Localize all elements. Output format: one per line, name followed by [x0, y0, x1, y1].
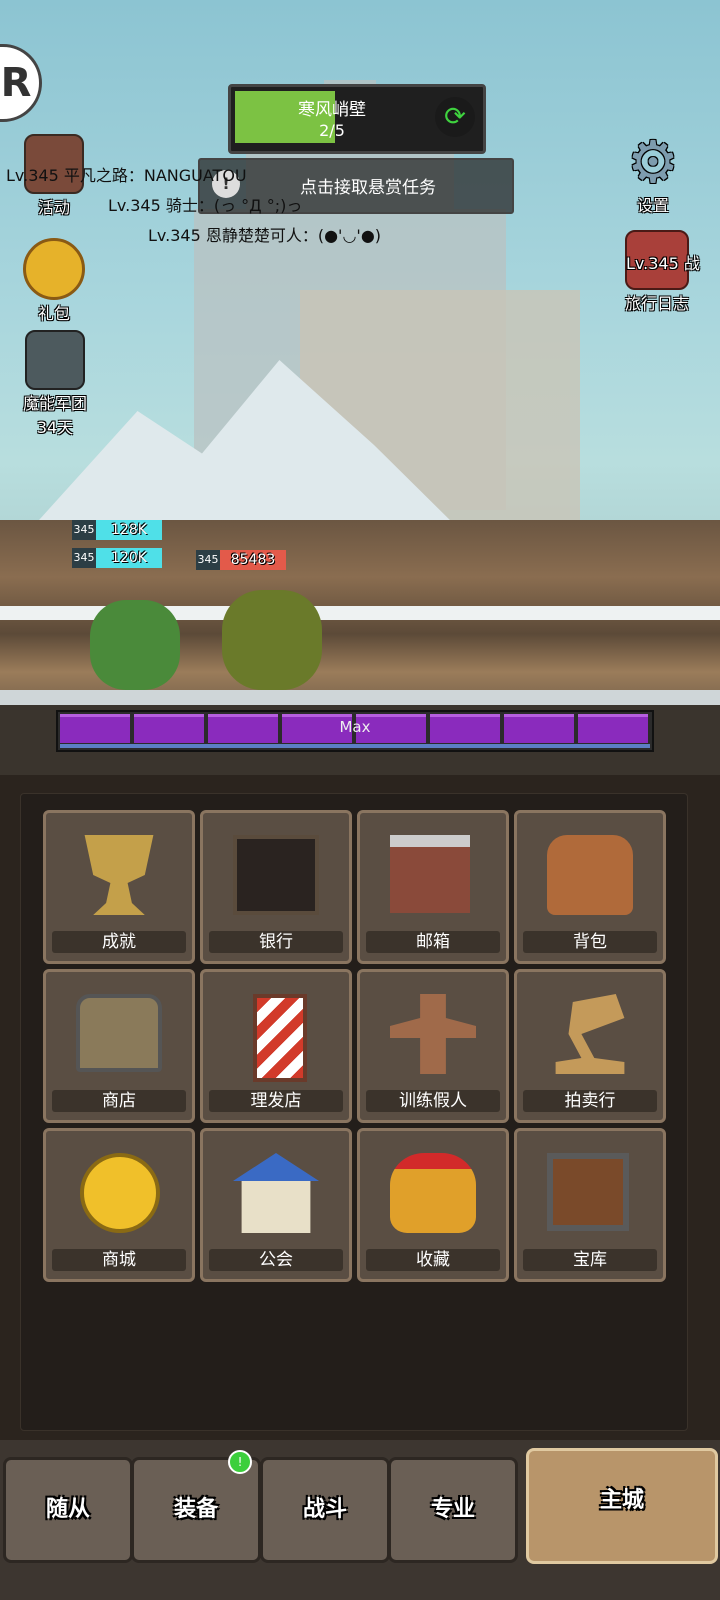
collection-tile[interactable]: 收藏: [357, 1128, 509, 1282]
guild-label: 公会: [209, 1249, 343, 1271]
nav-main-city[interactable]: 主城: [526, 1448, 718, 1564]
travel-log-label: 旅行日志: [624, 294, 689, 313]
wolf-emblem-icon: [25, 330, 85, 390]
unit-hp: 345 120K: [72, 548, 162, 570]
stage-indicator[interactable]: 寒风峭壁 2/5 ⟳: [228, 84, 486, 154]
vault-icon: [547, 1153, 629, 1231]
unit-level: 345: [72, 548, 96, 568]
barber-pole-icon: [253, 994, 307, 1082]
chat-line-3: Lv.345 恩静楚楚可人：(●'◡'●): [148, 226, 382, 245]
energy-max-label: Max: [339, 718, 371, 736]
shop-label: 商店: [52, 1090, 186, 1112]
legion-button[interactable]: 魔能军团 34天: [10, 330, 100, 438]
vault-tile[interactable]: 宝库: [514, 1128, 666, 1282]
chest-icon: [76, 994, 162, 1072]
energy-sub-bar: [60, 744, 650, 748]
backpack-label: 背包: [523, 931, 657, 953]
gift-pack-button[interactable]: 礼包: [22, 238, 86, 324]
unit-level: 345: [72, 520, 96, 540]
mall-label: 商城: [52, 1249, 186, 1271]
auction-tile[interactable]: 拍卖行: [514, 969, 666, 1123]
barber-tile[interactable]: 理发店: [200, 969, 352, 1123]
guild-house-icon: [233, 1153, 319, 1233]
barber-label: 理发店: [209, 1090, 343, 1112]
shop-tile[interactable]: 商店: [43, 969, 195, 1123]
energy-bar: Max: [56, 710, 654, 752]
legion-days: 34天: [36, 418, 74, 437]
bank-label: 银行: [209, 931, 343, 953]
nav-followers[interactable]: 随从: [3, 1457, 133, 1563]
stage-progress: 2/5: [319, 121, 345, 140]
gift-pack-label: 礼包: [37, 304, 70, 323]
travel-log-button[interactable]: Lv.345 战 旅行日志: [612, 230, 702, 314]
unit-level: 345: [196, 550, 220, 570]
training-dummy-icon: [390, 994, 476, 1074]
gear-icon: ⚙: [627, 128, 679, 196]
mailbox-label: 邮箱: [366, 931, 500, 953]
knight-character: [222, 590, 322, 690]
chat-line-1: Lv.345 平凡之路：NANGUATOU: [6, 166, 247, 185]
bank-tile[interactable]: 银行: [200, 810, 352, 964]
vault-label: 宝库: [523, 1249, 657, 1271]
achievements-tile[interactable]: 成就: [43, 810, 195, 964]
unit-hp-value: 128K: [96, 520, 162, 540]
nav-profession[interactable]: 专业: [388, 1457, 518, 1563]
mall-tile[interactable]: 商城: [43, 1128, 195, 1282]
trophy-icon: [84, 835, 154, 915]
training-dummy-label: 训练假人: [366, 1090, 500, 1112]
unit-hp-value: 85483: [220, 550, 286, 570]
training-dummy-tile[interactable]: 训练假人: [357, 969, 509, 1123]
stage-name: 寒风峭壁: [298, 100, 366, 120]
legion-label: 魔能军团: [22, 394, 87, 413]
facilities-panel: 成就 银行 邮箱 背包 商店 理发店 训练假人 拍卖行 商城 公会 收藏 宝库: [20, 793, 688, 1431]
gift-coin-icon: [23, 238, 85, 300]
travel-log-overlay: Lv.345 战: [626, 254, 700, 273]
gold-coin-icon: [80, 1153, 160, 1233]
unit-hp: 345 128K: [72, 520, 162, 542]
guild-tile[interactable]: 公会: [200, 1128, 352, 1282]
refresh-icon[interactable]: ⟳: [435, 97, 475, 137]
auction-label: 拍卖行: [523, 1090, 657, 1112]
unit-hp: 345 85483: [196, 550, 286, 572]
mailbox-icon: [390, 835, 470, 913]
achievements-label: 成就: [52, 931, 186, 953]
bounty-label: 点击接取悬赏任务: [300, 178, 436, 198]
backpack-icon: [547, 835, 633, 915]
goblin-character: [90, 600, 180, 690]
mailbox-tile[interactable]: 邮箱: [357, 810, 509, 964]
collection-label: 收藏: [366, 1249, 500, 1271]
safe-icon: [233, 835, 319, 915]
chat-line-2: Lv.345 骑士：(っ °Д °;)っ: [108, 196, 303, 215]
gavel-icon: [555, 994, 625, 1074]
notification-badge: !: [228, 1450, 252, 1474]
settings-button[interactable]: ⚙ 设置: [618, 132, 688, 216]
nav-battle[interactable]: 战斗: [260, 1457, 390, 1563]
events-label: 活动: [37, 198, 70, 217]
unit-hp-value: 120K: [96, 548, 162, 568]
helmet-icon: [390, 1153, 476, 1233]
backpack-tile[interactable]: 背包: [514, 810, 666, 964]
